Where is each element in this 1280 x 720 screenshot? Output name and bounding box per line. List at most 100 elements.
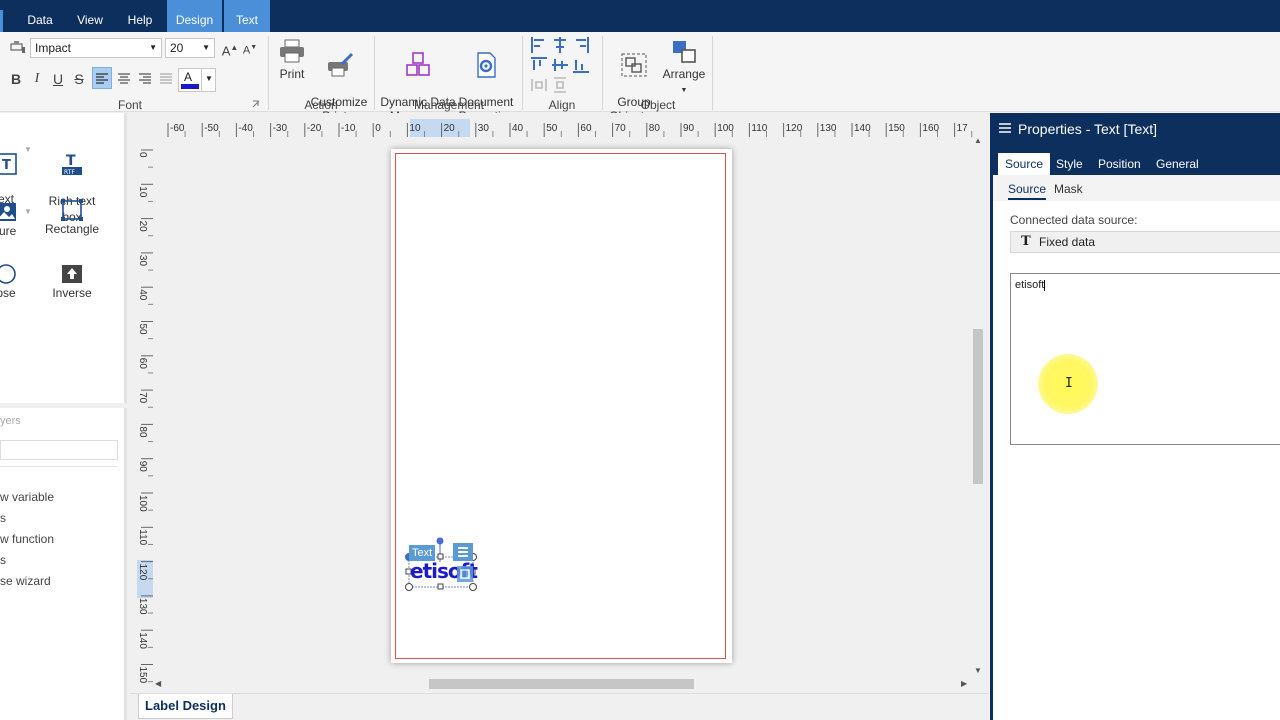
scroll-right-icon[interactable]: ▶ <box>961 679 967 688</box>
format-painter-icon[interactable] <box>10 40 26 54</box>
tab-source[interactable]: Source <box>998 153 1051 175</box>
italic-button[interactable]: I <box>27 68 47 90</box>
picture-tool[interactable]: ture <box>0 201 26 239</box>
align-center-button[interactable] <box>114 68 134 90</box>
ruler-label: -40 <box>238 123 253 134</box>
chevron-down-icon: ▼ <box>149 43 157 52</box>
chevron-down-icon: ▼ <box>205 74 213 83</box>
align-bottom-edges-icon[interactable] <box>572 56 590 74</box>
inverse-label: Inverse <box>52 286 92 300</box>
justify-button[interactable] <box>156 68 176 90</box>
tab-position[interactable]: Position <box>1091 153 1148 175</box>
new-function-item[interactable]: w function <box>0 532 54 546</box>
ruler-label: -10 <box>341 123 356 134</box>
chevron-down-icon[interactable]: ▼ <box>24 145 32 154</box>
ruler-label: 20 <box>137 221 148 233</box>
horizontal-scrollbar-thumb[interactable] <box>429 679 694 689</box>
align-top-edges-icon[interactable] <box>530 56 548 74</box>
data-source-select[interactable]: T Fixed data <box>1010 231 1280 253</box>
label-design-tab[interactable]: Label Design <box>138 694 233 719</box>
arrange-icon <box>673 41 696 63</box>
align-group-label: Align <box>548 98 576 112</box>
strikethrough-button[interactable]: S <box>69 68 89 90</box>
ruler-label: 120 <box>137 564 148 581</box>
ruler-label: 10 <box>137 186 148 198</box>
ribbon: Impact ▼ 20 ▼ A▲ A▼ B I U S A ▼ Font Pri… <box>0 32 1280 123</box>
print-button[interactable]: Print <box>274 38 310 81</box>
grow-font-button[interactable]: A▲ <box>220 37 240 59</box>
text-color-button[interactable]: A ▼ <box>178 68 216 92</box>
database-wizard-item[interactable]: se wizard <box>0 574 51 588</box>
inverse-tool[interactable]: Inverse <box>42 263 102 301</box>
ibeam-cursor-icon: I <box>1065 376 1073 391</box>
ruler-label: 150 <box>137 667 148 684</box>
font-family-select[interactable]: Impact ▼ <box>30 38 162 58</box>
menu-bar: Data View Help Design Text <box>0 0 1280 32</box>
ruler-label: 20 <box>444 123 456 134</box>
menu-view[interactable]: View <box>66 0 114 32</box>
vertical-scrollbar-thumb[interactable] <box>973 329 983 484</box>
bold-button[interactable]: B <box>6 68 26 90</box>
scroll-up-icon[interactable]: ▲ <box>974 136 982 145</box>
align-right-icon <box>139 73 151 84</box>
ruler-label: 110 <box>137 529 148 545</box>
ellipse-tool[interactable]: pse <box>0 263 26 301</box>
document-tab-bar: Label Design <box>130 693 988 720</box>
file-menu-stub[interactable] <box>0 10 3 32</box>
menu-text[interactable]: Text <box>224 0 270 32</box>
align-left-button[interactable] <box>92 67 112 89</box>
distribute-vertical-icon[interactable] <box>551 76 569 94</box>
ruler-label: 140 <box>137 632 148 649</box>
ellipse-icon <box>0 264 16 284</box>
tab-style[interactable]: Style <box>1049 153 1090 175</box>
new-variable-item[interactable]: w variable <box>0 490 54 504</box>
align-center-icon <box>118 73 130 84</box>
align-horizontal-center-icon[interactable] <box>551 36 569 54</box>
rectangle-tool[interactable]: Rectangle <box>42 199 102 237</box>
subtab-source[interactable]: Source <box>1008 182 1047 200</box>
divider <box>0 466 118 467</box>
hamburger-icon[interactable] <box>999 122 1011 134</box>
scroll-left-icon[interactable]: ◀ <box>155 679 161 688</box>
text-value-content: etisoft <box>1015 279 1045 291</box>
font-size-select[interactable]: 20 ▼ <box>165 38 215 58</box>
align-vertical-center-icon[interactable] <box>551 56 569 74</box>
ruler-label: 160 <box>922 123 939 134</box>
arrange-label: Arrange <box>662 67 706 81</box>
ruler-label: 30 <box>478 123 490 134</box>
printer-icon <box>280 39 304 63</box>
variables-item[interactable]: s <box>0 511 6 525</box>
data-source-icon <box>460 569 470 579</box>
distribute-horizontal-icon[interactable] <box>530 76 548 94</box>
selected-text-object[interactable]: Text etisoft <box>405 537 478 596</box>
menu-help[interactable]: Help <box>118 0 162 32</box>
panel-search-input[interactable] <box>0 440 118 460</box>
menu-design[interactable]: Design <box>167 0 222 32</box>
chevron-down-icon: ▼ <box>680 87 688 94</box>
align-left-edges-icon[interactable] <box>530 36 548 54</box>
shrink-font-button[interactable]: A▼ <box>240 37 260 59</box>
underline-button[interactable]: U <box>48 68 68 90</box>
management-group-label: Management <box>413 98 485 112</box>
tab-general[interactable]: General <box>1149 153 1206 175</box>
picture-icon <box>0 203 16 221</box>
subtab-mask[interactable]: Mask <box>1054 182 1083 196</box>
functions-item[interactable]: s <box>0 553 6 567</box>
object-source-button[interactable] <box>457 566 473 582</box>
ruler-label: 140 <box>854 123 871 134</box>
align-right-button[interactable] <box>135 68 155 90</box>
text-color-letter: A <box>184 70 193 84</box>
cubes-icon <box>406 52 430 76</box>
menu-data[interactable]: Data <box>20 0 60 32</box>
label-page[interactable]: Text etisoft <box>391 149 732 663</box>
scroll-down-icon[interactable]: ▼ <box>974 666 982 675</box>
ruler-label: 110 <box>751 123 767 134</box>
ruler-label: -50 <box>204 123 219 134</box>
chevron-down-icon[interactable]: ▼ <box>24 207 32 216</box>
align-left-icon <box>96 73 108 84</box>
action-group-label: Action <box>304 98 338 112</box>
align-right-edges-icon[interactable] <box>572 36 590 54</box>
arrange-button[interactable]: Arrange ▼ <box>660 38 708 98</box>
dialog-launcher-icon[interactable] <box>252 100 260 108</box>
dynamic-data-panel: yers w variable s w function s se wizard <box>0 408 127 720</box>
